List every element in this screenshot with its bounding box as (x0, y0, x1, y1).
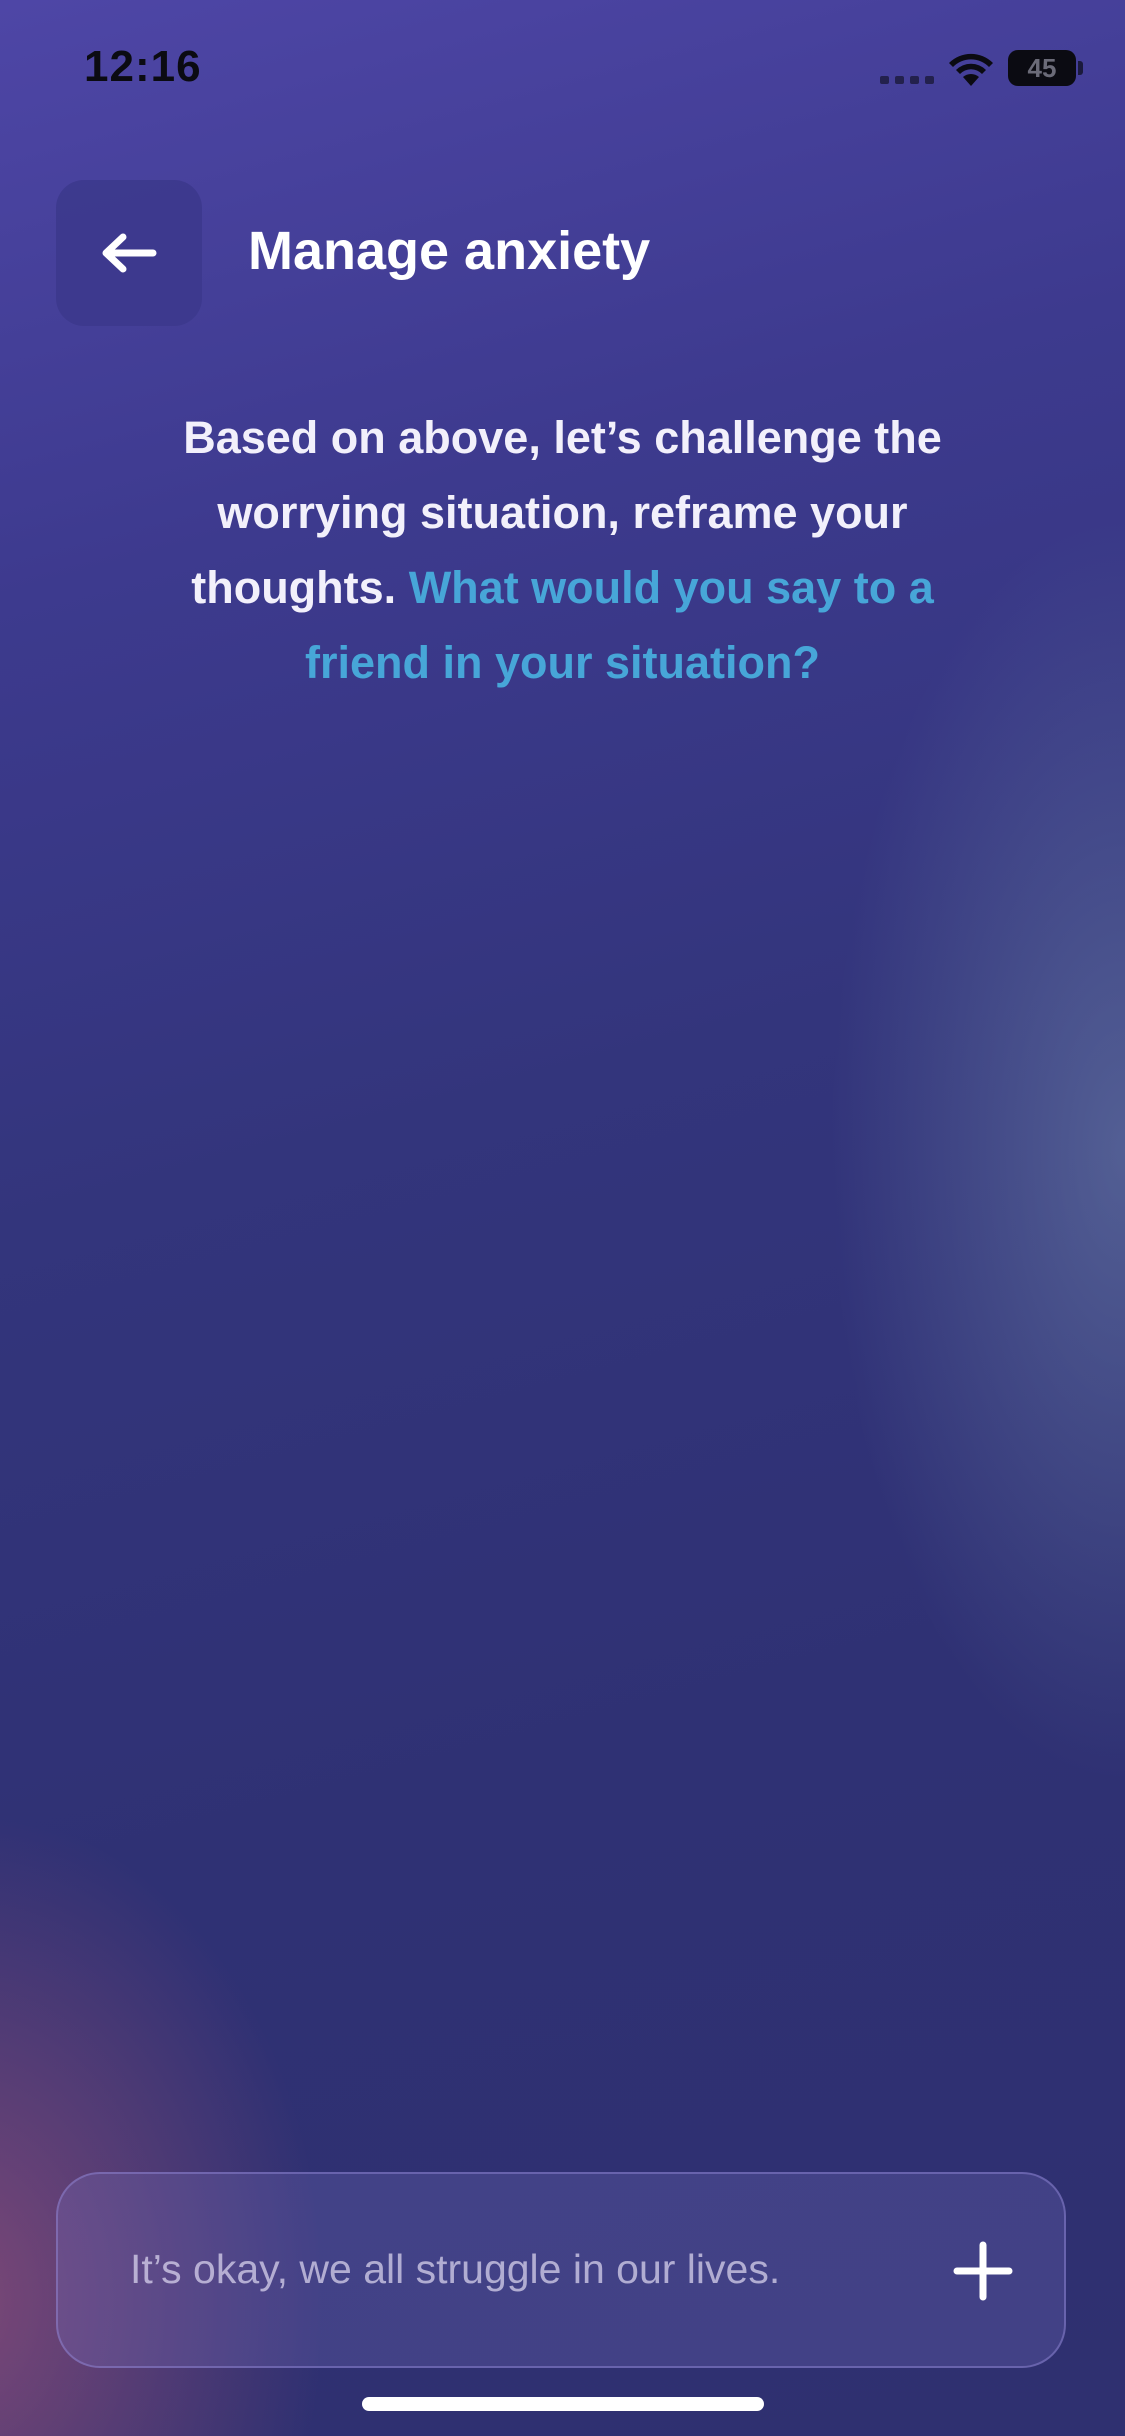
cellular-signal-icon (880, 76, 934, 84)
battery-level: 45 (1027, 52, 1057, 83)
wifi-icon (949, 53, 993, 86)
arrow-left-icon (102, 233, 157, 273)
battery-tip (1078, 61, 1083, 75)
response-input[interactable]: It’s okay, we all struggle in our lives. (56, 2172, 1066, 2368)
back-button[interactable] (56, 180, 202, 326)
prompt-text: Based on above, let’s challenge the worr… (140, 400, 985, 700)
status-bar: 12:16 45 (0, 0, 1125, 140)
prompt-highlight: What would you say to a friend in your s… (305, 562, 934, 688)
input-placeholder: It’s okay, we all struggle in our lives. (130, 2246, 781, 2292)
page-title: Manage anxiety (248, 221, 651, 281)
add-button[interactable] (948, 2236, 1018, 2306)
plus-icon (953, 2241, 1013, 2301)
home-indicator (362, 2397, 764, 2411)
status-time: 12:16 (84, 42, 202, 91)
battery-icon: 45 (1008, 50, 1076, 86)
